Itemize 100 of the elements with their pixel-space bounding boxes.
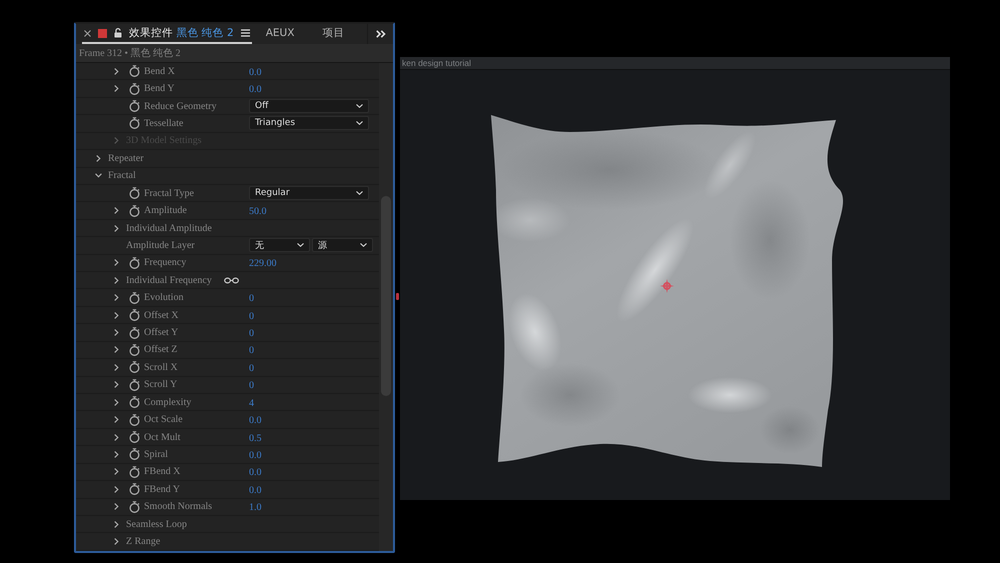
stopwatch-icon[interactable] [129,378,140,391]
stopwatch-icon[interactable] [129,187,140,200]
stopwatch-icon[interactable] [129,117,140,130]
close-icon[interactable] [84,30,91,36]
dropdown-menu[interactable]: Off [249,99,369,114]
group-label: Individual Frequency [126,274,212,286]
stopwatch-icon[interactable] [129,256,140,269]
chevron-icon[interactable] [96,154,101,162]
tab-label: 效果控件 黑色 纯色 2 [129,26,234,40]
chevron-icon[interactable] [114,68,119,75]
property-label: Complexity [144,396,192,408]
stopwatch-icon[interactable] [129,500,140,513]
property-label: Tessellate [144,118,184,129]
chevron-icon[interactable] [95,173,102,178]
stopwatch-icon[interactable] [129,100,140,112]
property-label: Evolution [144,292,184,304]
property-label: FBend Y [144,484,180,495]
chevron-icon[interactable] [114,520,119,528]
chevron-icon[interactable] [114,224,119,232]
caret-icon [360,243,367,248]
property-value[interactable]: 229.00 [249,256,276,270]
chevron-icon[interactable] [114,538,119,546]
caret-icon [356,191,363,196]
stopwatch-icon[interactable] [129,292,140,304]
caret-icon [297,243,304,248]
chevron-icon[interactable] [114,207,119,214]
property-value[interactable]: 0 [249,360,254,374]
dropdown-menu[interactable]: 无 [249,238,310,252]
chevron-icon[interactable] [114,381,119,388]
property-value[interactable]: 0.5 [249,430,262,444]
property-label: Oct Mult [144,432,180,443]
chevron-icon[interactable] [114,468,119,476]
chevron-icon[interactable] [114,503,119,510]
chain-link-icon[interactable] [224,276,239,284]
stopwatch-icon[interactable] [129,65,140,78]
property-value[interactable]: 4 [249,396,254,409]
property-label: Offset Y [144,327,178,338]
dropdown-menu[interactable]: Triangles [249,116,369,130]
stopwatch-icon[interactable] [129,466,140,478]
chevron-icon[interactable] [114,416,119,424]
padlock-icon[interactable] [114,28,122,38]
chevron-icon[interactable] [114,329,119,336]
chevron-icon[interactable] [114,346,119,354]
stopwatch-icon[interactable] [129,414,140,426]
property-label: Offset Z [144,344,178,356]
stopwatch-icon[interactable] [129,82,140,95]
dropdown-menu[interactable]: Regular [249,186,369,200]
property-value[interactable]: 0 [249,308,254,322]
stopwatch-icon[interactable] [129,309,140,322]
property-value[interactable]: 0.0 [249,482,262,496]
property-value[interactable]: 0.0 [249,64,262,78]
property-value[interactable]: 1.0 [249,500,262,514]
panel-tab[interactable]: AEUX [252,24,308,44]
stopwatch-icon[interactable] [129,344,140,356]
chevron-icon[interactable] [114,434,119,441]
panel-tab[interactable]: 项目 [308,24,358,44]
property-value[interactable]: 0 [249,326,254,340]
scrollbar-track[interactable] [379,63,393,551]
edge-marker-icon [396,293,399,300]
property-label: Oct Scale [144,414,183,426]
property-value[interactable]: 50.0 [249,204,266,218]
double-chevron-icon[interactable] [376,30,386,38]
property-label: Reduce Geometry [144,100,216,112]
property-value[interactable]: 0.0 [249,82,262,96]
chevron-icon[interactable] [114,259,119,266]
group-label: Fractal [108,170,136,182]
chevron-icon[interactable] [114,312,119,319]
stopwatch-icon[interactable] [129,448,140,460]
stopwatch-icon[interactable] [129,361,140,374]
property-value[interactable]: 0.0 [249,465,262,478]
chevron-icon[interactable] [114,486,119,493]
stopwatch-icon[interactable] [129,204,140,217]
group-label: Seamless Loop [126,518,187,530]
property-value[interactable]: 0.0 [249,448,262,461]
property-value[interactable]: 0 [249,378,254,392]
crosshair-icon [660,279,674,293]
property-label: Fractal Type [144,188,194,199]
chevron-icon[interactable] [114,276,119,284]
dropdown-menu[interactable]: 源 [312,238,373,252]
property-value[interactable]: 0 [249,291,254,304]
stopwatch-icon[interactable] [129,483,140,496]
stopwatch-icon[interactable] [129,326,140,339]
chevron-icon[interactable] [114,85,119,92]
menu-icon[interactable] [240,29,250,37]
viewer-header: ken design tutorial [400,57,950,70]
property-value[interactable]: 0 [249,343,254,356]
property-label: Offset X [144,310,179,321]
chevron-icon[interactable] [114,294,119,302]
stopwatch-icon[interactable] [129,396,140,408]
chevron-icon[interactable] [114,398,119,406]
caret-icon [356,121,363,126]
caret-icon [356,104,363,108]
property-label: Scroll Y [144,379,178,390]
property-label: Smooth Normals [144,501,212,512]
property-label: Frequency [144,257,186,268]
property-label: Bend X [144,66,175,77]
chevron-icon[interactable] [114,364,119,371]
chevron-icon[interactable] [114,450,119,458]
property-value[interactable]: 0.0 [249,413,262,426]
stopwatch-icon[interactable] [129,431,140,444]
